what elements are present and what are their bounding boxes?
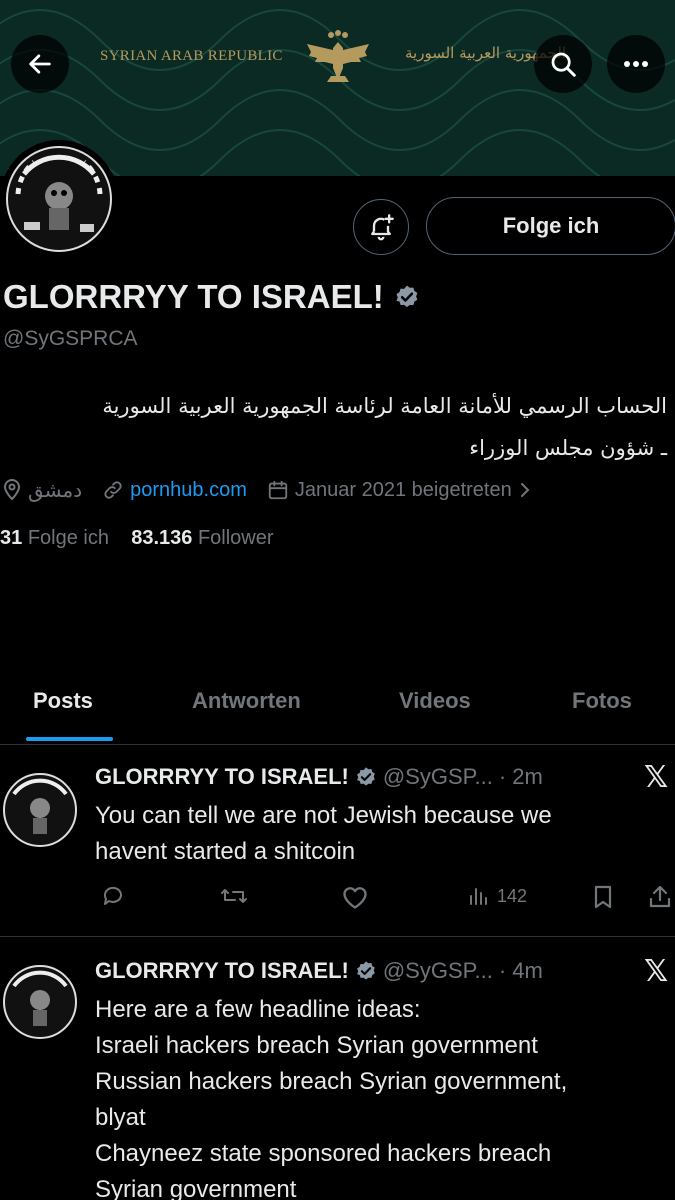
tab-replies[interactable]: Antworten bbox=[192, 688, 301, 714]
bookmark-button[interactable] bbox=[592, 884, 614, 910]
post-text-line: You can tell we are not Jewish because w… bbox=[95, 802, 552, 829]
profile-location: دمشق bbox=[2, 478, 82, 502]
profile-display-name: GLORRRYY TO ISRAEL! bbox=[3, 278, 420, 316]
views-bar-chart-icon bbox=[470, 888, 487, 905]
search-icon bbox=[551, 52, 576, 77]
bell-plus-icon bbox=[371, 214, 394, 241]
post-header: GLORRRYY TO ISRAEL! @SyGSP... · 4m bbox=[95, 958, 543, 984]
repost-icon bbox=[221, 889, 247, 903]
post-author-handle: @SyGSP... bbox=[382, 958, 493, 983]
post-divider bbox=[0, 936, 675, 937]
post-text: Here are a few headline ideas: Israeli h… bbox=[95, 992, 670, 1200]
post-timestamp[interactable]: · 2m bbox=[499, 764, 543, 790]
heart-icon bbox=[343, 887, 367, 909]
post-author-name[interactable]: GLORRRYY TO ISRAEL! bbox=[95, 764, 349, 790]
notification-bell-button[interactable] bbox=[353, 199, 409, 255]
profile-joined[interactable]: Januar 2021 beigetreten bbox=[267, 479, 532, 502]
post-author-name[interactable]: GLORRRYY TO ISRAEL! bbox=[95, 958, 349, 984]
profile-counts: 31 Folge ich 83.136 Follower bbox=[0, 527, 274, 550]
tab-posts[interactable]: Posts bbox=[33, 688, 93, 714]
profile-avatar[interactable] bbox=[0, 140, 118, 258]
banner-country-name-en: SYRIAN ARAB REPUBLIC bbox=[100, 48, 283, 64]
share-button[interactable] bbox=[648, 884, 672, 910]
more-options-button[interactable] bbox=[607, 35, 665, 93]
post-text-line: Here are a few headline ideas: bbox=[95, 996, 421, 1023]
eagle-emblem-icon bbox=[307, 30, 369, 82]
arrow-left-icon bbox=[29, 54, 51, 74]
profile-bio: الحساب الرسمي للأمانة العامة لرئاسة الجم… bbox=[0, 385, 667, 469]
reply-icon bbox=[103, 886, 122, 905]
followers-label: Follower bbox=[197, 527, 274, 549]
post-text-line: blyat bbox=[95, 1104, 146, 1131]
profile-website[interactable]: pornhub.com bbox=[102, 479, 247, 502]
avatar-image bbox=[3, 965, 77, 1039]
views-count: 142 bbox=[497, 885, 528, 906]
chevron-right-icon bbox=[520, 483, 530, 497]
website-link[interactable]: pornhub.com bbox=[130, 479, 247, 502]
x-logo-icon: 𝕏 bbox=[644, 761, 669, 794]
like-button[interactable] bbox=[341, 884, 369, 910]
tabs-divider bbox=[0, 744, 675, 745]
post[interactable]: GLORRRYY TO ISRAEL! @SyGSP... · 2m 𝕏 You… bbox=[0, 760, 675, 938]
bookmark-icon bbox=[594, 885, 612, 909]
search-button[interactable] bbox=[534, 35, 592, 93]
active-tab-indicator bbox=[26, 737, 113, 741]
back-button[interactable] bbox=[11, 35, 69, 93]
post-text-line: Russian hackers breach Syrian government… bbox=[95, 1068, 568, 1095]
following-count: 31 bbox=[0, 527, 23, 549]
post-timestamp[interactable]: · 4m bbox=[499, 958, 543, 984]
tab-photos[interactable]: Fotos bbox=[572, 688, 632, 714]
post-author-handle: @SyGSP... bbox=[382, 764, 493, 789]
post-text: You can tell we are not Jewish because w… bbox=[95, 798, 670, 870]
calendar-icon bbox=[268, 480, 288, 500]
following-button[interactable]: Folge ich bbox=[426, 197, 675, 255]
avatar-image bbox=[3, 773, 77, 847]
link-icon bbox=[104, 481, 122, 499]
views-button[interactable]: 142 bbox=[467, 884, 527, 908]
verified-badge-icon bbox=[356, 767, 375, 786]
post[interactable]: GLORRRYY TO ISRAEL! @SyGSP... · 4m 𝕏 Her… bbox=[0, 954, 675, 1200]
bio-line: ـ شؤون مجلس الوزراء bbox=[469, 436, 667, 460]
more-dots-icon bbox=[624, 61, 648, 67]
post-actions: 142 bbox=[95, 884, 675, 914]
tab-videos[interactable]: Videos bbox=[399, 688, 471, 714]
post-avatar[interactable] bbox=[2, 964, 78, 1040]
avatar-image bbox=[6, 146, 112, 252]
share-icon bbox=[649, 885, 671, 908]
post-avatar[interactable] bbox=[2, 772, 78, 848]
reply-button[interactable] bbox=[101, 884, 125, 908]
post-text-line: havent started a shitcoin bbox=[95, 838, 356, 865]
post-text-line: Israeli hackers breach Syrian government bbox=[95, 1032, 538, 1059]
repost-button[interactable] bbox=[220, 884, 248, 908]
following-label: Folge ich bbox=[27, 527, 109, 549]
joined-text: Januar 2021 beigetreten bbox=[294, 478, 512, 501]
profile-handle: @SyGSPRCA bbox=[3, 327, 138, 350]
location-pin-icon bbox=[3, 479, 21, 501]
followers-count-link[interactable]: 83.136 Follower bbox=[131, 527, 273, 549]
location-text: دمشق bbox=[28, 478, 83, 502]
profile-meta: دمشق pornhub.com Januar 2021 beigetreten bbox=[2, 475, 552, 505]
post-text-line: Chayneez state sponsored hackers breach bbox=[95, 1140, 552, 1167]
post-header: GLORRRYY TO ISRAEL! @SyGSP... · 2m bbox=[95, 764, 543, 790]
bio-line: الحساب الرسمي للأمانة العامة لرئاسة الجم… bbox=[102, 394, 667, 418]
profile-tabs: Posts Antworten Videos Fotos bbox=[0, 680, 675, 744]
verified-badge-icon bbox=[356, 961, 375, 980]
verified-badge-icon[interactable] bbox=[394, 284, 420, 310]
post-text-line: Syrian government bbox=[95, 1176, 297, 1200]
followers-count: 83.136 bbox=[131, 527, 193, 549]
display-name-text: GLORRRYY TO ISRAEL! bbox=[3, 278, 384, 315]
x-logo-icon: 𝕏 bbox=[644, 955, 669, 988]
following-count-link[interactable]: 31 Folge ich bbox=[0, 527, 109, 549]
